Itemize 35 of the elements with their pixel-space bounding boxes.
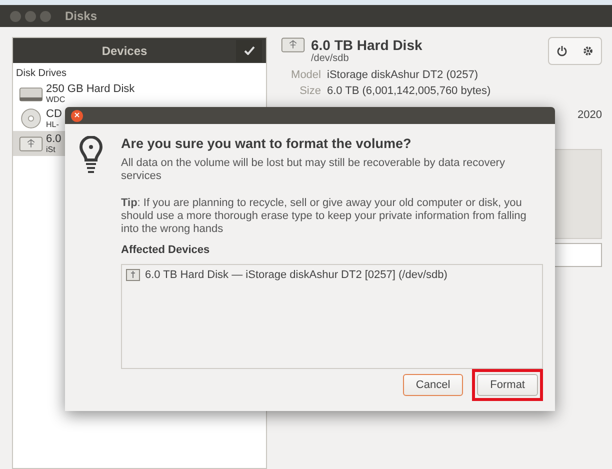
section-title: Affected Devices: [121, 244, 211, 256]
device-entry[interactable]: 6.0 TB Hard Disk — iStorage diskAshur DT2 [0257] (/dev/sdb): [145, 269, 448, 281]
disk-device: /dev/sdb: [311, 53, 350, 64]
device-name: 6.0: [46, 133, 62, 145]
window-title: Disks: [65, 9, 98, 23]
usb-drive-icon: [19, 136, 43, 152]
lightbulb-icon: [79, 136, 103, 174]
property-value: iStorage diskAshur DT2 (0257): [327, 69, 478, 81]
device-model: WDC: [46, 95, 66, 104]
check-icon: [244, 46, 254, 55]
cancel-button[interactable]: Cancel: [402, 374, 464, 396]
disk-title: 6.0 TB Hard Disk: [311, 37, 422, 53]
device-item[interactable]: 250 GB Hard Disk WDC: [13, 81, 266, 106]
disc-icon: [19, 108, 43, 129]
dialog-heading: Are you sure you want to format the volume?: [121, 136, 412, 151]
device-item[interactable]: CD HL-: [13, 106, 266, 131]
tip-text: Tip: If you are planning to recycle, sell or give away your old computer or disk, you should use a more thorough erase type to keep your private information from falling into the wrong hands: [121, 197, 528, 236]
usb-drive-icon: [281, 37, 305, 53]
property-value: 6.0 TB (6,001,142,005,760 bytes): [327, 85, 491, 97]
device-model: iSt: [46, 145, 56, 154]
format-button[interactable]: Format: [477, 374, 538, 396]
settings-icon: [582, 45, 594, 57]
usb-drive-icon: [126, 269, 140, 281]
check-button[interactable]: [236, 40, 262, 62]
dialog-message: All data on the volume will be lost but may still be recoverable by data recovery services: [121, 157, 506, 183]
power-icon: [556, 45, 568, 57]
property-label: Model: [290, 69, 321, 81]
sidebar-title: Devices: [100, 44, 148, 58]
device-model: HL-: [46, 120, 60, 129]
close-button[interactable]: [71, 110, 83, 122]
property-label: Size: [298, 85, 321, 97]
property-value: 2020: [578, 109, 602, 121]
device-name: CD: [46, 108, 62, 120]
section-label: Disk Drives: [15, 67, 68, 81]
device-name: 250 GB Hard Disk: [46, 83, 135, 95]
